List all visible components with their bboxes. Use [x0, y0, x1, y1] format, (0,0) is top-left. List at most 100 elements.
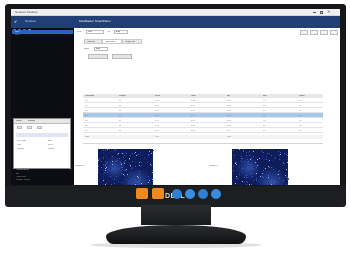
heatmap-pixel: [147, 182, 149, 184]
table-cell: S1: [119, 125, 122, 127]
heatmap-pixel: [110, 167, 112, 169]
app-icon[interactable]: [211, 189, 221, 199]
table-row[interactable]: R1 S1 0.18 0.18 0.61 1.0 1.0: [83, 99, 323, 103]
heatmap-pixel: [139, 159, 141, 161]
folder-icon[interactable]: [136, 188, 148, 199]
heatmap-pixel: [250, 172, 252, 174]
heatmap-pixel: [241, 180, 243, 182]
heatmap-pixel: [267, 166, 269, 168]
heatmap-pixel: [120, 167, 122, 169]
heatmap-pixel: [102, 150, 104, 151]
heatmap-pixel: [244, 180, 246, 182]
scan-rate-field[interactable]: Rate: [86, 30, 104, 34]
maximize-icon[interactable]: [320, 11, 323, 14]
heatmap-pixel: [111, 163, 113, 165]
image-sample-b[interactable]: [232, 149, 289, 185]
table-cell: 1.0: [299, 120, 302, 122]
table-row[interactable]: R7 S1 0.24 0.24 0.67 1.0 1.0: [83, 129, 323, 133]
heatmap-pixel: [235, 183, 237, 185]
scan-rate-value: Rate: [88, 31, 93, 33]
heatmap-pixel: [129, 163, 131, 165]
heatmap-pixel: [99, 159, 101, 161]
heatmap-pixel: [254, 161, 256, 163]
tab-nucleus[interactable]: Nucleus: [25, 20, 36, 23]
blue-app-icon[interactable]: [172, 189, 182, 199]
heatmap-pixel: [111, 170, 113, 172]
sidebar-item-run-1[interactable]: Run 1: [15, 34, 20, 36]
table-row[interactable]: R4 S1 0.22 0.22 0.64 1.0 1.0: [83, 114, 323, 118]
tab-status[interactable]: Status: [16, 120, 22, 122]
panel-button-3[interactable]: [37, 126, 42, 129]
close-icon[interactable]: ✕: [327, 10, 330, 14]
heatmap-pixel: [250, 165, 252, 167]
column-header: Status: [299, 95, 305, 97]
heatmap-pixel: [284, 152, 286, 154]
heatmap-pixel: [285, 176, 287, 178]
heatmap-pixel: [256, 173, 258, 175]
table-cell: S1: [119, 120, 122, 122]
panel-button-2[interactable]: [27, 126, 32, 129]
tab-table-view[interactable]: Table View: [102, 39, 122, 44]
heatmap-pixel: [111, 156, 113, 158]
sidebar-item-run-2[interactable]: Run 2: [12, 30, 73, 34]
heatmap-pixel: [129, 159, 131, 161]
table-cell: 1.0: [263, 125, 266, 127]
table-cell: 0.21: [155, 120, 159, 122]
heatmap-pixel: [273, 180, 275, 182]
action-button-4[interactable]: [330, 30, 338, 35]
heatmap-pixel: [148, 157, 150, 159]
heatmap-pixel: [279, 169, 281, 171]
table-cell: 0.64: [227, 115, 231, 117]
heatmap-pixel: [287, 177, 289, 179]
heatmap-pixel: [151, 152, 153, 154]
table-row[interactable]: R5 S1 0.21 0.22 0.65 1.0 1.0: [83, 119, 323, 123]
integration-field[interactable]: Auto: [114, 30, 128, 34]
panel-buttons: [17, 126, 67, 130]
tab-panel-settings[interactable]: Settings: [28, 120, 35, 122]
heatmap-pixel: [145, 180, 147, 182]
heatmap-pixel: [278, 158, 280, 160]
heatmap-pixel: [110, 160, 112, 162]
heatmap-pixel: [102, 173, 104, 175]
integration-value: Auto: [116, 31, 121, 33]
panel-row-label: Run Mode: [17, 140, 27, 142]
table-row[interactable]: R3 S1 0.25 0.25 0.63 1.0 1.0: [83, 109, 323, 113]
heatmap-pixel: [149, 179, 151, 181]
heatmap-pixel: [236, 153, 238, 155]
heatmap-pixel: [248, 184, 250, 185]
browser-icon[interactable]: [185, 189, 195, 199]
heatmap-pixel: [103, 170, 105, 172]
column-header: Value: [155, 95, 160, 97]
option-button-2[interactable]: [112, 54, 132, 59]
heatmap-pixel: [137, 179, 139, 181]
tab-overview[interactable]: Overview: [84, 39, 102, 44]
heatmap-pixel: [236, 164, 238, 166]
heatmap-pixel: [280, 159, 282, 161]
heatmap-pixel: [250, 152, 252, 154]
action-button-1[interactable]: [300, 30, 308, 35]
heatmap-pixel: [120, 181, 122, 183]
minimize-icon[interactable]: [313, 11, 316, 13]
heatmap-pixel: [245, 176, 247, 178]
heatmap-pixel: [241, 157, 243, 159]
heatmap-pixel: [241, 168, 243, 170]
mode-select[interactable]: Auto: [94, 47, 108, 51]
table-cell: 0.22: [155, 115, 159, 117]
heatmap-pixel: [124, 162, 126, 164]
panel-button-1[interactable]: [17, 126, 22, 129]
orange-app-icon[interactable]: [152, 188, 164, 199]
action-button-3[interactable]: [320, 30, 328, 35]
heatmap-pixel: [273, 175, 275, 177]
table-row[interactable]: R2 S1 0.20 0.21 0.62 1.0 1.0: [83, 104, 323, 108]
action-button-2[interactable]: [310, 30, 318, 35]
heatmap-pixel: [98, 166, 100, 168]
table-cell: 0.62: [227, 105, 231, 107]
heatmap-pixel: [130, 155, 132, 157]
tab-image-view[interactable]: Image View: [122, 39, 142, 44]
option-button-1[interactable]: [88, 54, 108, 59]
image-sample-a[interactable]: [98, 149, 154, 185]
table-cell: 0.18: [155, 100, 159, 102]
menu-bar: ✔ Nucleus ModMaster SmartPanel: [11, 16, 340, 28]
settings-icon[interactable]: [198, 189, 208, 199]
table-row[interactable]: R6 S1 0.19 0.20 0.66 1.0 1.0: [83, 124, 323, 128]
